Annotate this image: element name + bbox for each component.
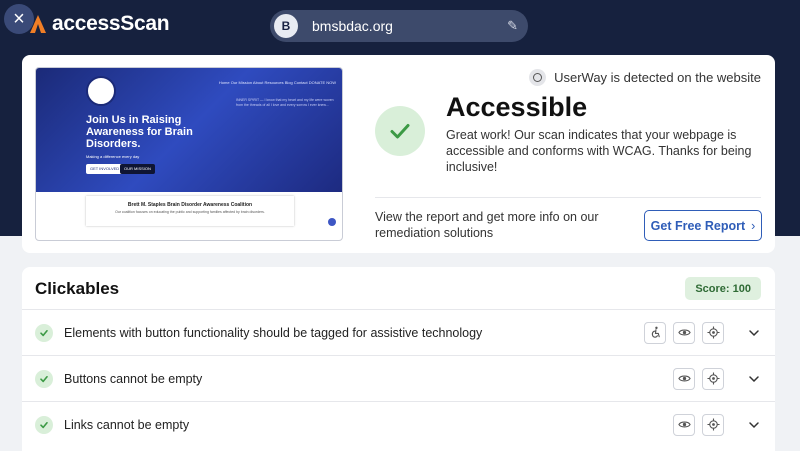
eye-icon[interactable] [673,367,695,390]
divider [375,197,761,198]
website-screenshot-preview: Home Our Mission About Resources Blog Co… [35,67,343,241]
status-title: Accessible [446,92,588,122]
preview-box-title: Brett M. Staples Brain Disorder Awarenes… [127,202,253,208]
chevron-down-icon[interactable] [747,418,761,432]
rule-label: Buttons cannot be empty [64,371,203,386]
rule-row[interactable]: Elements with button functionality shoul… [22,309,775,355]
eye-icon[interactable] [673,413,695,436]
userway-icon [529,69,547,86]
preview-tagline: Making a difference every day [86,154,140,159]
accessibility-icon[interactable] [644,321,666,344]
check-icon [35,369,53,388]
edit-icon[interactable]: ✎ [507,18,518,34]
chevron-down-icon[interactable] [747,326,761,340]
preview-secondary-button: OUR MISSION [120,164,155,174]
check-icon [35,323,53,342]
preview-seal-logo [86,76,116,106]
scan-summary-card: Home Our Mission About Resources Blog Co… [22,55,775,253]
status-message: Great work! Our scan indicates that your… [446,128,752,174]
preview-primary-button: GET INVOLVED [86,164,124,174]
section-title: Clickables [35,279,120,298]
preview-headline: Join Us in Raising Awareness for Brain D… [86,114,193,150]
preview-box-text: Our coalition focuses on educating the p… [115,210,265,214]
rule-label: Links cannot be empty [64,417,190,432]
get-free-report-button[interactable]: Get Free Report › [644,210,762,241]
app-name: accessScan [52,12,170,35]
target-icon[interactable] [702,321,724,344]
target-icon[interactable] [702,367,724,390]
clickables-section: Clickables Score: 100 Elements with butt… [22,267,775,451]
preview-hero: Home Our Mission About Resources Blog Co… [36,68,342,192]
target-icon[interactable] [702,413,724,436]
detected-notice: UserWay is detected on the website [529,69,761,86]
eye-icon[interactable] [673,321,695,344]
rule-row[interactable]: Buttons cannot be empty [22,355,775,401]
score-badge: Score: 100 [685,277,761,300]
preview-info-box: Brett M. Staples Brain Disorder Awarenes… [86,196,294,226]
report-description: View the report and get more info on our… [375,210,599,240]
report-button-label: Get Free Report [650,218,746,233]
site-avatar: B [274,14,298,38]
logo-icon [28,13,46,35]
check-icon [35,415,53,434]
app-logo: accessScan [28,12,170,36]
rule-label: Elements with button functionality shoul… [64,325,483,340]
preview-poem: INNER SPIRIT — I know that my heart and … [236,98,334,107]
detected-text: UserWay is detected on the website [554,70,761,85]
chevron-right-icon: › [751,218,756,233]
rule-row[interactable]: Links cannot be empty [22,401,775,447]
chevron-down-icon[interactable] [747,372,761,386]
scanned-url: bmsbdac.org [312,18,393,34]
preview-widget-icon [328,218,336,226]
accessible-check-icon [375,106,425,156]
preview-nav: Home Our Mission About Resources Blog Co… [218,80,336,85]
url-field[interactable]: B bmsbdac.org ✎ [270,10,528,42]
